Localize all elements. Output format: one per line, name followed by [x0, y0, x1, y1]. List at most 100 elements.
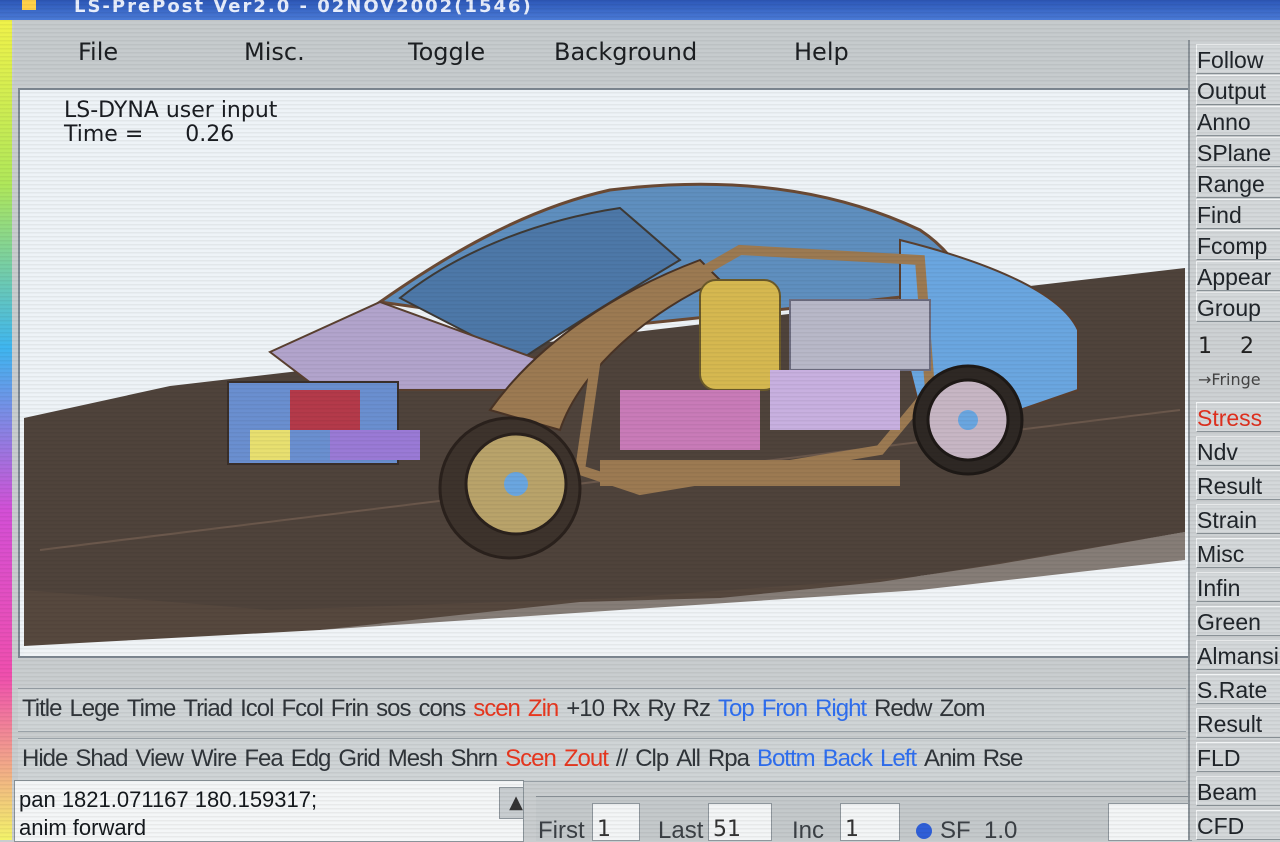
menu-file[interactable]: File: [78, 38, 118, 66]
toolbar-button-time[interactable]: Time: [123, 689, 179, 729]
toolbar-button-scen[interactable]: scen: [469, 689, 524, 729]
toolbar-button-cons[interactable]: cons: [415, 689, 470, 729]
toolbar-button-shad[interactable]: Shad: [71, 739, 131, 779]
console-line: pan 1821.071167 180.159317;: [19, 787, 318, 812]
side-button-splane[interactable]: SPlane: [1196, 137, 1280, 167]
side-button-almansi[interactable]: Almansi: [1196, 640, 1280, 670]
toolbar-button-top[interactable]: Top: [714, 689, 758, 729]
chevron-up-icon: ▲: [509, 792, 523, 813]
page-tab-1[interactable]: 1: [1198, 334, 1212, 359]
sf-value: 1.0: [984, 817, 1018, 841]
side-button-stress[interactable]: Stress: [1196, 402, 1280, 432]
side-button-strain[interactable]: Strain: [1196, 504, 1280, 534]
fringe-header: →Fringe: [1198, 370, 1261, 389]
toolbar-button-back[interactable]: Back: [819, 739, 876, 779]
sf-radio[interactable]: [916, 823, 932, 839]
scroll-up-button[interactable]: ▲: [499, 787, 523, 819]
menu-toggle[interactable]: Toggle: [408, 38, 485, 66]
side-button-misc[interactable]: Misc: [1196, 538, 1280, 568]
menu-misc[interactable]: Misc.: [244, 38, 305, 66]
fe-car-model: [24, 182, 1185, 656]
toolbar-button-ry[interactable]: Ry: [643, 689, 678, 729]
toolbar-button-fea[interactable]: Fea: [240, 739, 286, 779]
side-button-find[interactable]: Find: [1196, 199, 1280, 229]
window-title: LS-PrePost Ver2.0 - 02NOV2002(1546): [74, 0, 533, 17]
side-button-fcomp[interactable]: Fcomp: [1196, 230, 1280, 260]
menu-help[interactable]: Help: [794, 38, 849, 66]
toolbar-row-1: Title Lege Time Triad Icol Fcol Frin sos cons sce…: [18, 688, 1186, 732]
side-button-result[interactable]: Result: [1196, 470, 1280, 500]
toolbar-button-view[interactable]: View: [131, 739, 187, 779]
toolbar-button-triad[interactable]: Triad: [179, 689, 236, 729]
side-button-follow[interactable]: Follow: [1196, 44, 1280, 74]
front-wheel-hub: [504, 472, 528, 496]
toolbar-button-sos[interactable]: sos: [372, 689, 414, 729]
interior-panel: [620, 390, 760, 450]
toolbar-button-fcol[interactable]: Fcol: [277, 689, 326, 729]
menu-background[interactable]: Background: [554, 38, 697, 66]
anim-slider-field[interactable]: [1108, 803, 1192, 841]
toolbar-button-shrn[interactable]: Shrn: [446, 739, 501, 779]
graphics-viewport[interactable]: LS-DYNA user input Time = 0.26: [18, 88, 1190, 658]
headlight-part: [250, 430, 290, 460]
toolbar-button-icol[interactable]: Icol: [236, 689, 277, 729]
console-line: anim forward: [19, 815, 147, 840]
first-frame-field[interactable]: 1: [592, 803, 640, 841]
toolbar-button-hide[interactable]: Hide: [18, 739, 71, 779]
side-button-fld[interactable]: FLD: [1196, 742, 1280, 772]
toolbar-button-wire[interactable]: Wire: [187, 739, 240, 779]
side-button-range[interactable]: Range: [1196, 168, 1280, 198]
page-tab-2[interactable]: 2: [1240, 334, 1254, 359]
toolbar-button-clp[interactable]: Clp: [631, 739, 672, 779]
toolbar-button-rse[interactable]: Rse: [979, 739, 1027, 779]
desktop-edge: [0, 20, 12, 840]
rear-seat: [789, 299, 931, 371]
menu-bar: File Misc. Toggle Background Help: [14, 22, 1190, 84]
toolbar-button-rx[interactable]: Rx: [608, 689, 643, 729]
toolbar-button-title[interactable]: Title: [18, 689, 65, 729]
car-seat: [699, 279, 781, 391]
engine-part: [330, 430, 420, 460]
toolbar-button-anim[interactable]: Anim: [920, 739, 979, 779]
side-button-group[interactable]: Group: [1196, 292, 1280, 322]
toolbar-button-right[interactable]: Right: [811, 689, 870, 729]
last-label: Last: [658, 817, 704, 841]
toolbar-button-zin[interactable]: Zin: [524, 689, 562, 729]
toolbar-button-sep[interactable]: //: [612, 739, 631, 779]
inc-field[interactable]: 1: [840, 803, 900, 841]
toolbar-button-fron[interactable]: Fron: [758, 689, 811, 729]
sf-label: SF: [940, 817, 971, 841]
last-frame-field[interactable]: 51: [708, 803, 772, 841]
toolbar-button-scen[interactable]: Scen: [501, 739, 560, 779]
car-sill: [600, 460, 900, 486]
side-button-result[interactable]: Result: [1196, 708, 1280, 738]
toolbar-button-redw[interactable]: Redw: [870, 689, 935, 729]
toolbar-button-rpa[interactable]: Rpa: [704, 739, 753, 779]
side-button-s-rate[interactable]: S.Rate: [1196, 674, 1280, 704]
app-icon: [22, 0, 36, 10]
floor-panel: [770, 370, 900, 430]
toolbar-button-left[interactable]: Left: [876, 739, 920, 779]
toolbar-button-lege[interactable]: Lege: [65, 689, 122, 729]
toolbar-button-grid[interactable]: Grid: [334, 739, 383, 779]
rear-wheel-hub: [958, 410, 978, 430]
fringe-label: Fringe: [1211, 370, 1261, 389]
toolbar-button-frin[interactable]: Frin: [327, 689, 372, 729]
command-console[interactable]: pan 1821.071167 180.159317; anim forward…: [14, 780, 524, 842]
toolbar-button-rz[interactable]: Rz: [679, 689, 714, 729]
side-button-output[interactable]: Output: [1196, 75, 1280, 105]
side-button-beam[interactable]: Beam: [1196, 776, 1280, 806]
toolbar-button-mesh[interactable]: Mesh: [384, 739, 447, 779]
toolbar-button-zom[interactable]: Zom: [935, 689, 988, 729]
side-button-green[interactable]: Green: [1196, 606, 1280, 636]
toolbar-button-edg[interactable]: Edg: [287, 739, 335, 779]
side-button-appear[interactable]: Appear: [1196, 261, 1280, 291]
side-button-infin[interactable]: Infin: [1196, 572, 1280, 602]
side-button-anno[interactable]: Anno: [1196, 106, 1280, 136]
toolbar-button-10[interactable]: +10: [562, 689, 608, 729]
toolbar-button-zout[interactable]: Zout: [560, 739, 612, 779]
toolbar-button-bottm[interactable]: Bottm: [753, 739, 819, 779]
side-button-ndv[interactable]: Ndv: [1196, 436, 1280, 466]
toolbar-button-all[interactable]: All: [672, 739, 704, 779]
side-button-cfd[interactable]: CFD: [1196, 810, 1280, 840]
